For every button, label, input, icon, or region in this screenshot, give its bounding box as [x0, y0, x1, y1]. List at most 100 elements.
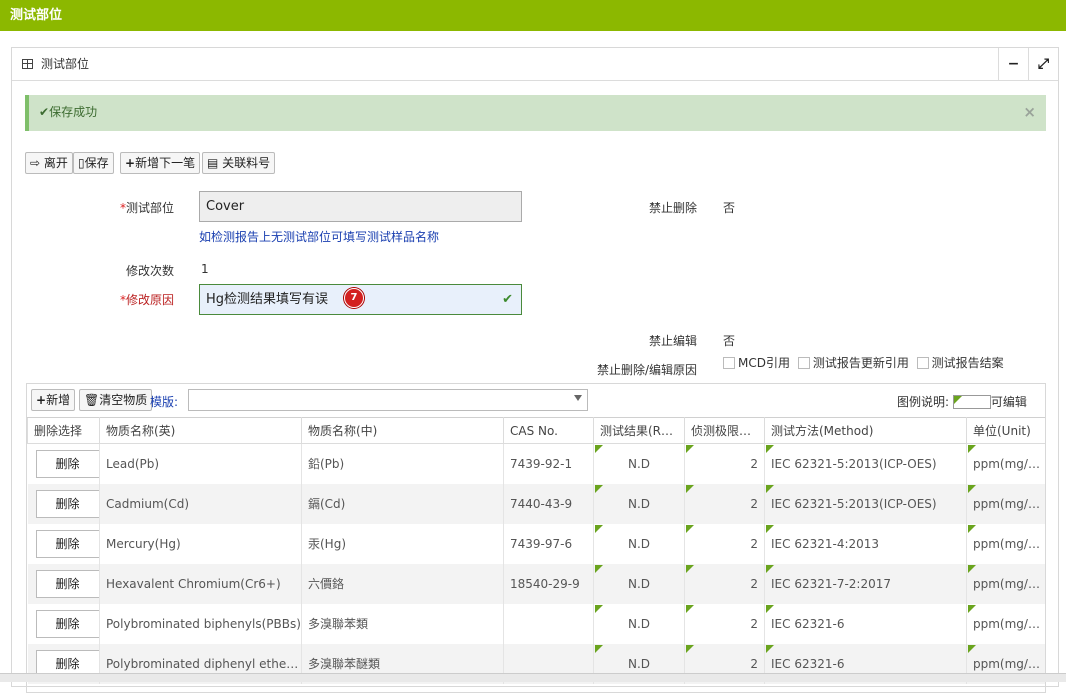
col-cas[interactable]: CAS No. — [503, 417, 594, 444]
grid-add-button[interactable]: +新增 — [31, 389, 76, 411]
report-close-checkbox[interactable] — [916, 357, 929, 369]
delete-cell: 删除 — [27, 443, 100, 484]
report-update-checkbox[interactable] — [797, 357, 810, 369]
close-icon[interactable]: × — [1023, 95, 1036, 129]
result-cell[interactable]: N.D — [593, 483, 685, 524]
col-unit[interactable]: 单位(Unit) — [966, 417, 1045, 444]
method-cell[interactable]: IEC 62321-6 — [764, 603, 967, 644]
col-delete[interactable]: 删除选择 — [27, 417, 100, 444]
name-en-cell: Hexavalent Chromium(Cr6+) — [99, 563, 302, 604]
legend-text: 可编辑 — [990, 395, 1027, 409]
minimize-button[interactable]: − — [998, 48, 1028, 81]
exit-icon: ⇨ — [30, 156, 41, 170]
unit-cell[interactable]: ppm(mg/kg) — [966, 563, 1045, 604]
name-cn-cell: 鉛(Pb) — [301, 443, 504, 484]
mcd-checkbox[interactable] — [723, 357, 735, 369]
cas-cell: 18540-29-9 — [503, 563, 594, 604]
grid-toolbar: +新增 🗑清空物质 模版: 图例说明: 可编辑 — [27, 384, 1045, 416]
col-limit[interactable]: 侦测极限… — [684, 417, 765, 444]
add-next-button[interactable]: +新增下一笔 — [120, 152, 201, 174]
template-label: 模版: — [150, 395, 179, 409]
name-cn-cell: 鎘(Cd) — [301, 483, 504, 524]
name-en-cell: Polybrominated biphenyls(PBBs) — [99, 603, 302, 644]
name-en-cell: Mercury(Hg) — [99, 523, 302, 564]
cas-cell: 7440-43-9 — [503, 483, 594, 524]
method-cell[interactable]: IEC 62321-5:2013(ICP-OES) — [764, 443, 967, 484]
valid-check-icon: ✔ — [502, 292, 513, 307]
expand-button[interactable]: ⤢ — [1028, 48, 1058, 81]
delete-cell: 删除 — [27, 483, 100, 524]
result-cell[interactable]: N.D — [593, 603, 685, 644]
save-button[interactable]: ▯保存 — [73, 152, 114, 174]
reason-label: 禁止删除/编辑原因 — [596, 363, 697, 377]
unit-cell[interactable]: ppm(mg/kg) — [966, 483, 1045, 524]
name-en-cell: Lead(Pb) — [99, 443, 302, 484]
legend-label: 图例说明: — [897, 395, 950, 409]
panel-title: 测试部位 — [22, 48, 89, 81]
check-icon: ✔ — [39, 105, 50, 119]
modify-count-value: 1 — [201, 262, 209, 276]
link-material-label: 关联料号 — [222, 156, 271, 170]
limit-cell[interactable]: 2 — [684, 563, 765, 604]
method-cell[interactable]: IEC 62321-5:2013(ICP-OES) — [764, 483, 967, 524]
col-name-en[interactable]: 物质名称(英) — [99, 417, 302, 444]
modify-reason-value: Hg检测结果填写有误 — [206, 292, 329, 307]
col-result[interactable]: 测试结果(R… — [593, 417, 685, 444]
minimize-icon: − — [1007, 56, 1020, 72]
cas-cell — [503, 603, 594, 644]
plus-icon: + — [36, 393, 47, 407]
limit-cell[interactable]: 2 — [684, 523, 765, 564]
table-row: 删除 Mercury(Hg) 汞(Hg) 7439-97-6 N.D 2 IEC 62321… — [27, 523, 1045, 564]
table-icon — [22, 59, 33, 69]
clear-substance-label: 清空物质 — [99, 393, 148, 407]
step-badge: 7 — [344, 288, 364, 308]
window-title: 测试部位 — [0, 0, 1066, 31]
unit-cell[interactable]: ppm(mg/kg) — [966, 603, 1045, 644]
limit-cell[interactable]: 2 — [684, 603, 765, 644]
horizontal-scrollbar[interactable] — [0, 673, 1066, 682]
method-cell[interactable]: IEC 62321-7-2:2017 — [764, 563, 967, 604]
cas-cell: 7439-92-1 — [503, 443, 594, 484]
save-label: 保存 — [84, 156, 109, 170]
col-method[interactable]: 测试方法(Method) — [764, 417, 967, 444]
name-cn-cell: 六價鉻 — [301, 563, 504, 604]
link-material-button[interactable]: ▤ 关联料号 — [202, 152, 276, 174]
legend: 图例说明: 可编辑 — [897, 393, 1027, 410]
test-part-field[interactable]: Cover — [199, 191, 522, 222]
result-cell[interactable]: N.D — [593, 523, 685, 564]
method-cell[interactable]: IEC 62321-4:2013 — [764, 523, 967, 564]
delete-row-button[interactable]: 删除 — [35, 489, 99, 518]
name-cn-cell: 汞(Hg) — [301, 523, 504, 564]
editable-legend-swatch — [952, 395, 991, 409]
result-cell[interactable]: N.D — [593, 443, 685, 484]
modify-count-label: 修改次数 — [125, 264, 174, 278]
col-name-cn[interactable]: 物质名称(中) — [301, 417, 504, 444]
unit-cell[interactable]: ppm(mg/kg) — [966, 523, 1045, 564]
panel-title-text: 测试部位 — [41, 57, 90, 71]
delete-row-button[interactable]: 删除 — [35, 569, 99, 598]
unit-cell[interactable]: ppm(mg/kg) — [966, 443, 1045, 484]
success-alert: ✔保存成功 × — [25, 95, 1046, 131]
substance-table: 删除选择 物质名称(英) 物质名称(中) CAS No. 测试结果(R… 侦测极… — [27, 417, 1045, 684]
result-cell[interactable]: N.D — [593, 563, 685, 604]
clear-substance-button[interactable]: 🗑清空物质 — [79, 389, 153, 411]
no-edit-value: 否 — [723, 334, 736, 348]
delete-cell: 删除 — [27, 563, 100, 604]
delete-cell: 删除 — [27, 523, 100, 564]
plus-icon: + — [125, 156, 136, 170]
leave-button[interactable]: ⇨ 离开 — [25, 152, 73, 174]
save-icon: ▯ — [78, 156, 85, 170]
table-row: 删除 Lead(Pb) 鉛(Pb) 7439-92-1 N.D 2 IEC 62321-5:… — [27, 443, 1045, 484]
delete-row-button[interactable]: 删除 — [35, 449, 99, 478]
delete-row-button[interactable]: 删除 — [35, 529, 99, 558]
limit-cell[interactable]: 2 — [684, 443, 765, 484]
test-part-hint: 如检测报告上无测试部位可填写测试样品名称 — [199, 230, 440, 244]
report-update-check-label: 测试报告更新引用 — [812, 356, 909, 370]
template-select[interactable] — [188, 389, 588, 411]
test-part-panel: 测试部位 − ⤢ ✔保存成功 × ⇨ 离开 ▯保存 +新增下一笔 ▤ 关联料号 … — [11, 47, 1059, 693]
mcd-check-label: MCD引用 — [738, 356, 790, 370]
expand-icon: ⤢ — [1037, 56, 1050, 72]
table-header-row: 删除选择 物质名称(英) 物质名称(中) CAS No. 测试结果(R… 侦测极… — [27, 417, 1045, 444]
limit-cell[interactable]: 2 — [684, 483, 765, 524]
delete-row-button[interactable]: 删除 — [35, 609, 99, 638]
